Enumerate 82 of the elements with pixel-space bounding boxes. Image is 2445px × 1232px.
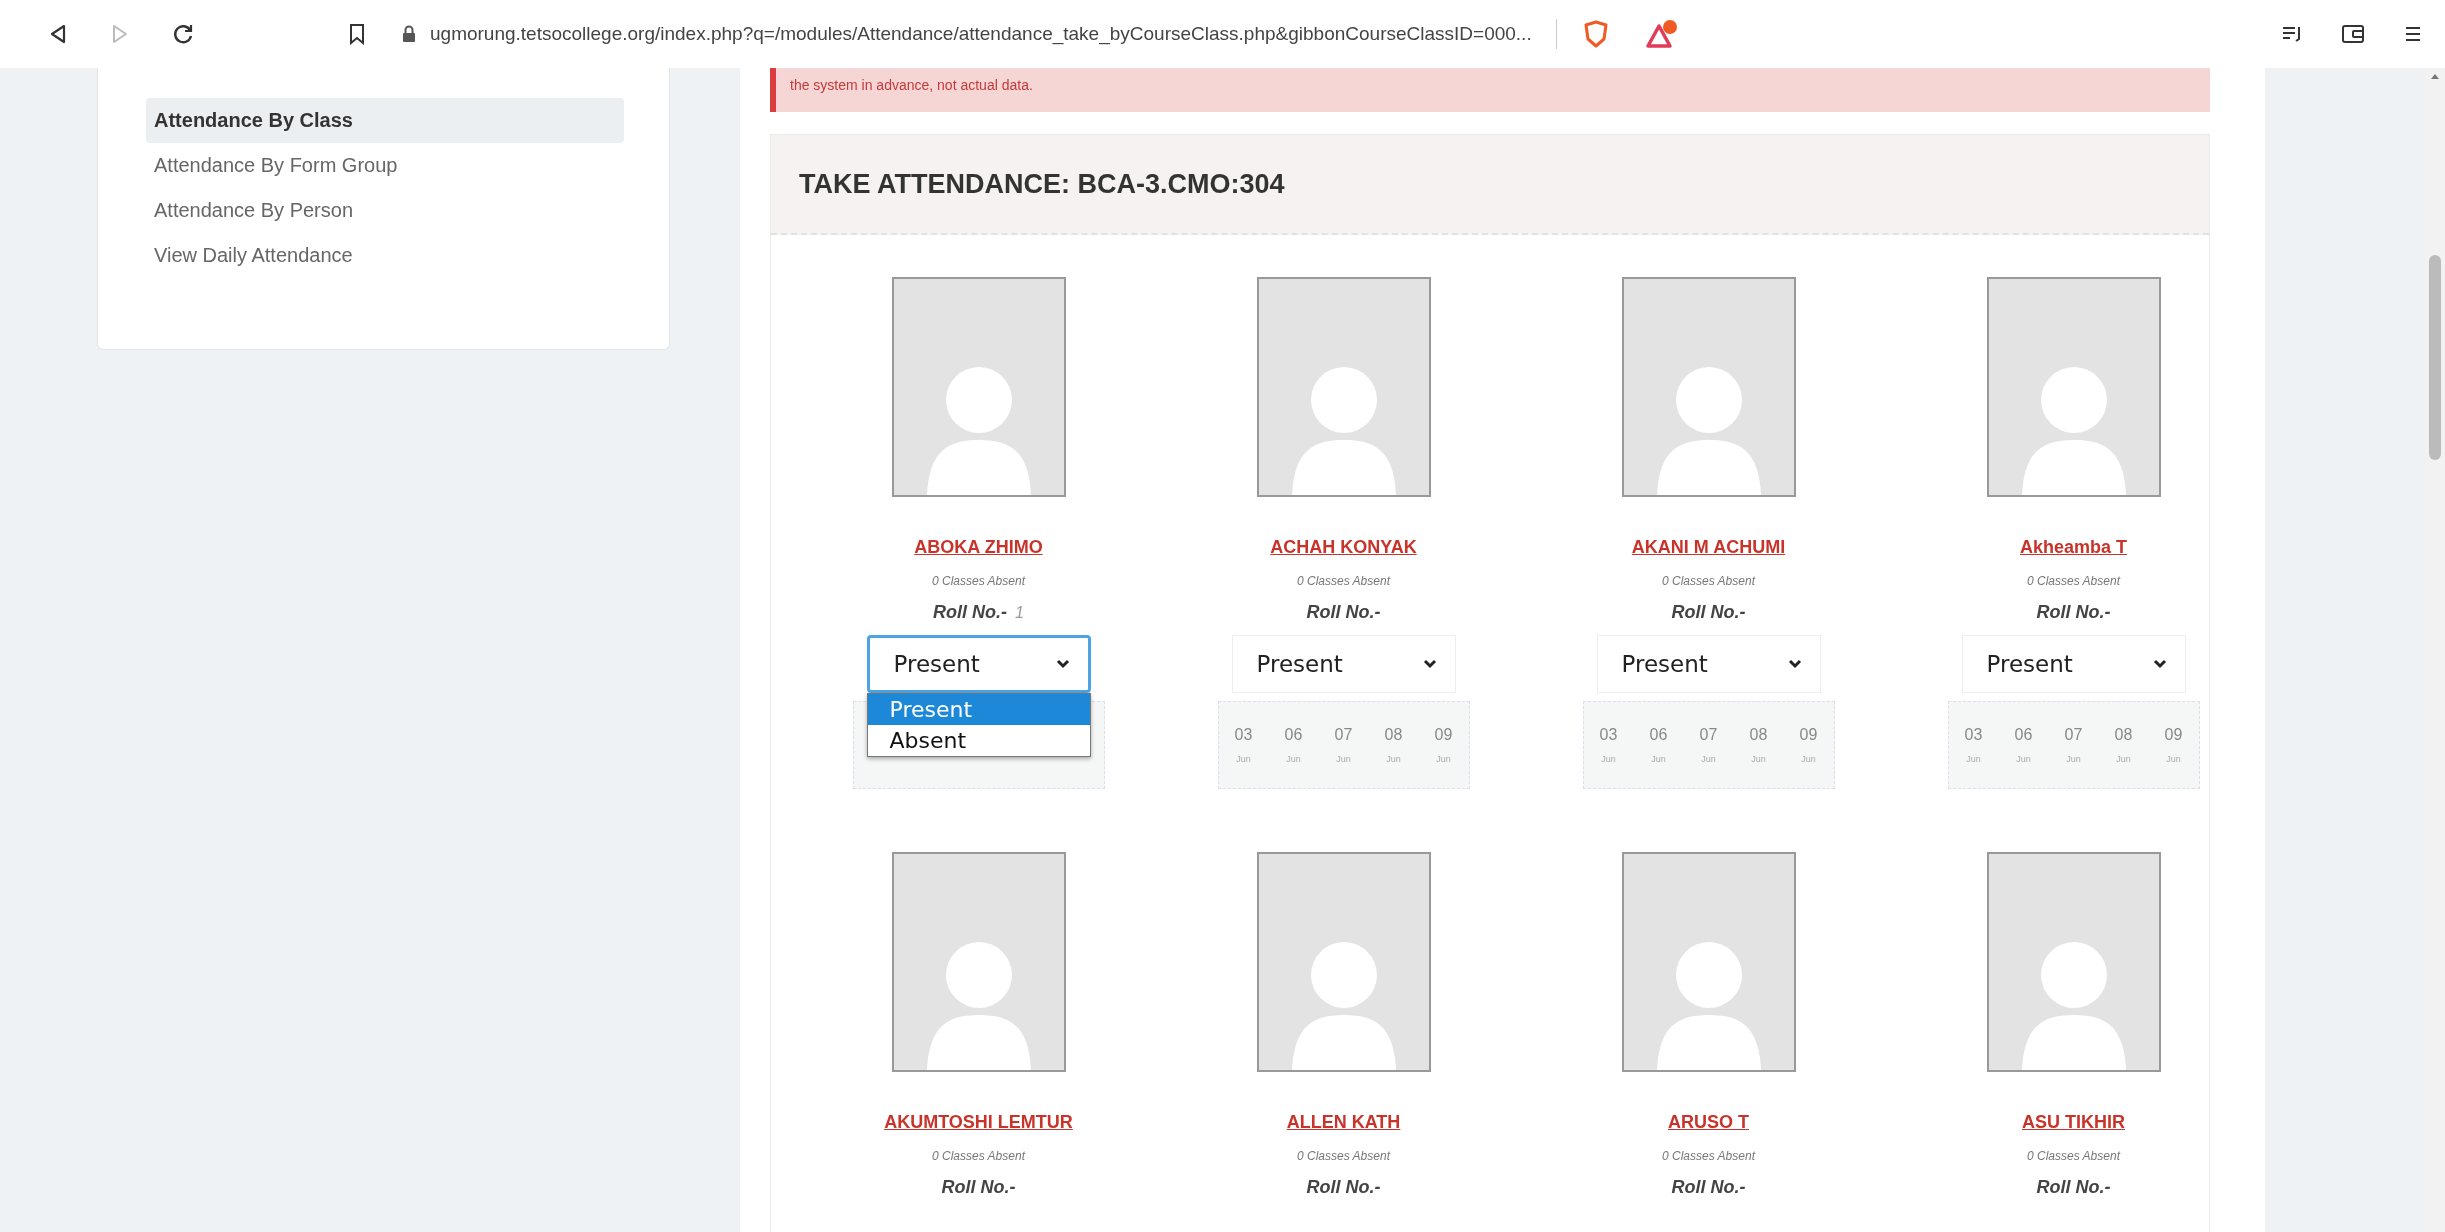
- status-select[interactable]: Present: [1231, 635, 1456, 693]
- playlist-icon[interactable]: [2281, 24, 2303, 44]
- student-name-link[interactable]: ALLEN KATH: [1286, 1112, 1401, 1133]
- student-name-link[interactable]: ASU TIKHIR: [2022, 1112, 2125, 1133]
- sidebar-item[interactable]: Attendance By Class: [146, 98, 624, 143]
- date-day: 03: [1599, 726, 1618, 744]
- roll-label: Roll No.-: [1306, 1177, 1381, 1198]
- date-month: Jun: [1966, 754, 1981, 764]
- absence-count: 0 Classes Absent: [1662, 574, 1755, 588]
- roll-label: Roll No.-: [1306, 602, 1381, 623]
- absence-count: 0 Classes Absent: [1297, 1149, 1390, 1163]
- lock-icon[interactable]: [402, 25, 416, 43]
- chevron-down-icon: [2152, 659, 2167, 669]
- chevron-down-icon: [1055, 659, 1070, 669]
- absence-count: 0 Classes Absent: [932, 1149, 1025, 1163]
- absence-count: 0 Classes Absent: [932, 574, 1025, 588]
- date-day: 08: [1749, 726, 1768, 744]
- date-day: 07: [2064, 726, 2083, 744]
- bookmark-icon[interactable]: [348, 23, 366, 45]
- sidebar-item[interactable]: Attendance By Person: [146, 188, 624, 233]
- roll-label: Roll No.-: [1671, 1177, 1746, 1198]
- absence-count: 0 Classes Absent: [2027, 574, 2120, 588]
- date-day: 03: [1964, 726, 1983, 744]
- date-month: Jun: [1436, 754, 1451, 764]
- sidebar-item[interactable]: Attendance By Form Group: [146, 143, 624, 188]
- date-day: 06: [1649, 726, 1668, 744]
- date-day: 09: [1434, 726, 1453, 744]
- date-day: 06: [1284, 726, 1303, 744]
- date-day: 06: [2014, 726, 2033, 744]
- date-month: Jun: [1651, 754, 1666, 764]
- date-month: Jun: [2066, 754, 2081, 764]
- date-month: Jun: [2116, 754, 2131, 764]
- student-name-link[interactable]: ARUSO T: [1668, 1112, 1749, 1133]
- absence-count: 0 Classes Absent: [2027, 1149, 2120, 1163]
- reload-icon[interactable]: [172, 23, 194, 45]
- roll-number: 1: [1015, 604, 1024, 622]
- student-name-link[interactable]: AKUMTOSHI LEMTUR: [884, 1112, 1073, 1133]
- date-month: Jun: [1801, 754, 1816, 764]
- date-day: 08: [2114, 726, 2133, 744]
- student-name-link[interactable]: Akheamba T: [2019, 537, 2127, 558]
- date-day: 08: [1384, 726, 1403, 744]
- roll-label: Roll No.-: [933, 602, 1008, 623]
- wallet-icon[interactable]: [2341, 24, 2365, 44]
- chevron-down-icon: [1422, 659, 1437, 669]
- date-day: 09: [1799, 726, 1818, 744]
- date-day: 03: [1234, 726, 1253, 744]
- student-name-link[interactable]: ACHAH KONYAK: [1270, 537, 1417, 558]
- date-day: 07: [1334, 726, 1353, 744]
- roll-label: Roll No.-: [2036, 602, 2111, 623]
- sidebar-item[interactable]: View Daily Attendance: [146, 233, 624, 278]
- date-month: Jun: [1236, 754, 1251, 764]
- shield-icon[interactable]: [1582, 20, 1609, 48]
- date-month: Jun: [1601, 754, 1616, 764]
- roll-label: Roll No.-: [2036, 1177, 2111, 1198]
- date-month: Jun: [1386, 754, 1401, 764]
- absence-count: 0 Classes Absent: [1297, 574, 1390, 588]
- url-text[interactable]: ugmorung.tetsocollege.org/index.php?q=/modules/Attendance/attendance_take_byCourseClass.php&gibbonCourseClassID=000...: [430, 23, 1532, 45]
- date-month: Jun: [1286, 754, 1301, 764]
- date-month: Jun: [1701, 754, 1716, 764]
- alert-text: the system in advance, not actual data.: [790, 77, 1033, 93]
- date-month: Jun: [1336, 754, 1351, 764]
- back-icon[interactable]: [48, 23, 68, 45]
- panel-title: TAKE ATTENDANCE: BCA-3.CMO:304: [799, 168, 1285, 200]
- date-month: Jun: [1751, 754, 1766, 764]
- roll-label: Roll No.-: [941, 1177, 1016, 1198]
- status-select[interactable]: Present: [866, 635, 1091, 693]
- menu-icon[interactable]: [2403, 24, 2423, 44]
- triangle-icon[interactable]: [1644, 19, 1679, 49]
- date-month: Jun: [2016, 754, 2031, 764]
- dropdown-option[interactable]: Absent: [867, 725, 1090, 756]
- date-day: 09: [2164, 726, 2183, 744]
- date-day: 07: [1699, 726, 1718, 744]
- dropdown-option[interactable]: Present: [867, 694, 1090, 725]
- date-month: Jun: [2166, 754, 2181, 764]
- student-name-link[interactable]: ABOKA ZHIMO: [914, 537, 1043, 558]
- student-name-link[interactable]: AKANI M ACHUMI: [1631, 537, 1786, 558]
- status-select[interactable]: Present: [1961, 635, 2186, 693]
- scrollbar[interactable]: [2425, 68, 2445, 1232]
- absence-count: 0 Classes Absent: [1662, 1149, 1755, 1163]
- roll-label: Roll No.-: [1671, 602, 1746, 623]
- status-select[interactable]: Present: [1596, 635, 1821, 693]
- chevron-down-icon: [1787, 659, 1802, 669]
